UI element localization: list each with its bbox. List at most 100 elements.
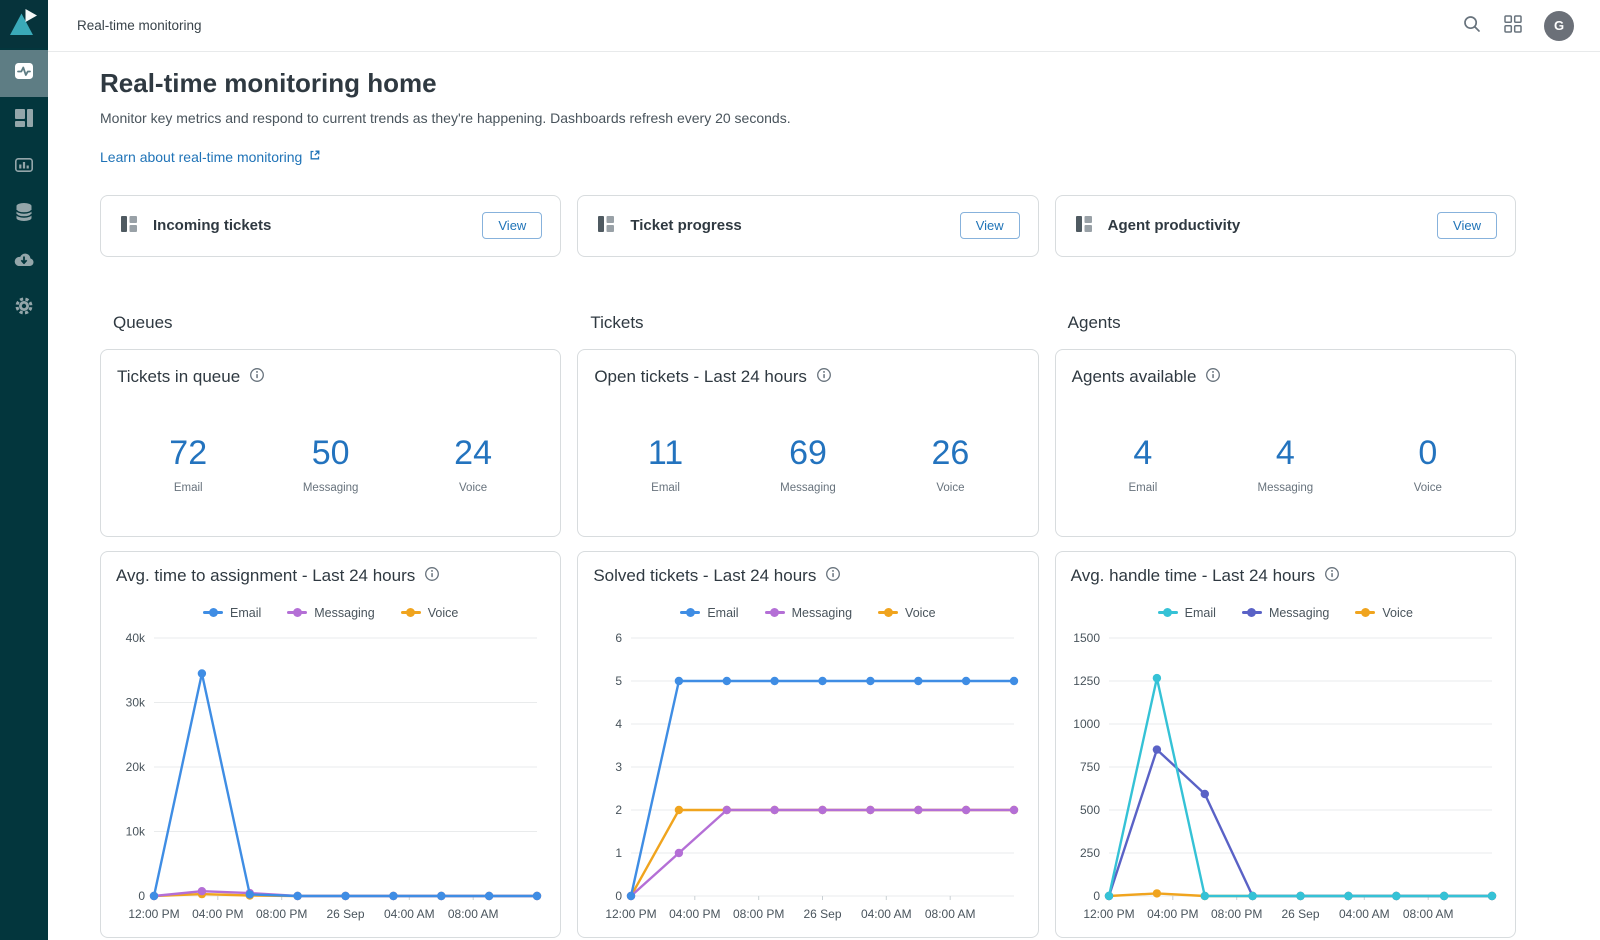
stat-value: 0 [1357, 434, 1499, 473]
stat-cards-row: Tickets in queue 72 Email 50 Messaging [100, 349, 1516, 537]
view-agent-productivity-button[interactable]: View [1437, 212, 1497, 239]
sidebar-item-exports[interactable] [0, 238, 48, 285]
svg-text:40k: 40k [126, 631, 146, 645]
sidebar-item-dashboards[interactable] [0, 97, 48, 144]
svg-text:04:00 AM: 04:00 AM [1339, 907, 1390, 921]
dashboard-card-incoming-tickets: Incoming tickets View [100, 195, 561, 257]
legend-item-email[interactable]: Email [680, 606, 738, 620]
page-subtitle: Monitor key metrics and respond to curre… [100, 110, 1516, 126]
settings-gear-icon [14, 296, 34, 321]
chart-legend: Email Messaging Voice [593, 606, 1022, 620]
svg-text:08:00 PM: 08:00 PM [733, 907, 784, 921]
info-icon[interactable] [424, 566, 440, 587]
svg-text:750: 750 [1080, 760, 1100, 774]
svg-text:6: 6 [616, 631, 623, 645]
chart-legend: Email Messaging Voice [1071, 606, 1500, 620]
info-icon[interactable] [1324, 566, 1340, 587]
dashboard-card-label: Ticket progress [630, 217, 741, 234]
line-chart-avg-time-to-assignment: 010k20k30k40k12:00 PM04:00 PM08:00 PM26 … [116, 624, 545, 939]
stat-email: 72 Email [117, 434, 259, 494]
svg-text:1500: 1500 [1073, 631, 1100, 645]
svg-text:0: 0 [1093, 889, 1100, 903]
svg-text:12:00 PM: 12:00 PM [128, 907, 179, 921]
live-monitoring-icon [13, 60, 35, 87]
svg-text:04:00 AM: 04:00 AM [384, 907, 435, 921]
legend-item-messaging[interactable]: Messaging [287, 606, 374, 620]
chart-card-avg-handle-time: Avg. handle time - Last 24 hours Email Me… [1055, 551, 1516, 938]
stat-label: Messaging [737, 482, 879, 494]
stat-label: Email [1072, 482, 1214, 494]
stat-value: 4 [1214, 434, 1356, 473]
svg-text:12:00 PM: 12:00 PM [1083, 907, 1134, 921]
legend-item-voice[interactable]: Voice [401, 606, 459, 620]
svg-text:2: 2 [616, 803, 623, 817]
section-header-queues: Queues [100, 313, 561, 333]
chart-title: Solved tickets - Last 24 hours [593, 566, 816, 586]
info-icon[interactable] [816, 367, 832, 388]
info-icon[interactable] [825, 566, 841, 587]
avatar[interactable]: G [1544, 11, 1574, 41]
svg-text:1000: 1000 [1073, 717, 1100, 731]
sidebar-item-reports[interactable] [0, 144, 48, 191]
stat-card-open-tickets: Open tickets - Last 24 hours 11 Email 69… [577, 349, 1038, 537]
svg-text:04:00 PM: 04:00 PM [1147, 907, 1198, 921]
learn-link-label: Learn about real-time monitoring [100, 149, 302, 165]
topbar-actions: G [1462, 11, 1574, 41]
legend-item-email[interactable]: Email [203, 606, 261, 620]
apps-grid-button[interactable] [1504, 15, 1522, 36]
stat-messaging: 50 Messaging [259, 434, 401, 494]
stat-value: 50 [259, 434, 401, 473]
svg-text:26 Sep: 26 Sep [326, 907, 364, 921]
legend-item-email[interactable]: Email [1158, 606, 1216, 620]
legend-item-messaging[interactable]: Messaging [1242, 606, 1329, 620]
svg-text:04:00 PM: 04:00 PM [192, 907, 243, 921]
svg-text:12:00 PM: 12:00 PM [606, 907, 657, 921]
line-chart-avg-handle-time: 025050075010001250150012:00 PM04:00 PM08… [1071, 624, 1500, 939]
view-ticket-progress-button[interactable]: View [960, 212, 1020, 239]
sidebar-item-datasets[interactable] [0, 191, 48, 238]
sidebar-nav [0, 50, 48, 332]
learn-link[interactable]: Learn about real-time monitoring [100, 148, 322, 165]
section-header-tickets: Tickets [577, 313, 1038, 333]
app-logo[interactable] [0, 0, 48, 48]
svg-text:26 Sep: 26 Sep [804, 907, 842, 921]
svg-text:0: 0 [138, 889, 145, 903]
chart-legend: Email Messaging Voice [116, 606, 545, 620]
info-icon[interactable] [1205, 367, 1221, 388]
legend-item-voice[interactable]: Voice [878, 606, 936, 620]
svg-text:1: 1 [616, 846, 623, 860]
view-incoming-tickets-button[interactable]: View [482, 212, 542, 239]
chart-card-avg-time-to-assignment: Avg. time to assignment - Last 24 hours … [100, 551, 561, 938]
legend-item-voice[interactable]: Voice [1355, 606, 1413, 620]
page-content: Real-time monitoring home Monitor key me… [48, 52, 1600, 938]
dashboards-icon [15, 109, 33, 132]
page-title: Real-time monitoring home [100, 68, 1516, 99]
stat-value: 69 [737, 434, 879, 473]
external-link-icon [308, 148, 322, 165]
section-headers-row: Queues Tickets Agents [100, 313, 1516, 333]
chart-title: Avg. handle time - Last 24 hours [1071, 566, 1315, 586]
svg-text:10k: 10k [126, 824, 146, 838]
info-icon[interactable] [249, 367, 265, 388]
reports-icon [15, 156, 33, 179]
search-button[interactable] [1462, 14, 1482, 37]
svg-text:500: 500 [1080, 803, 1100, 817]
search-icon [1462, 14, 1482, 37]
explore-logo-icon [0, 0, 48, 48]
stat-value: 11 [594, 434, 736, 473]
apps-grid-icon [1504, 15, 1522, 36]
stat-label: Messaging [1214, 482, 1356, 494]
stat-email: 4 Email [1072, 434, 1214, 494]
sidebar-item-settings[interactable] [0, 285, 48, 332]
svg-text:08:00 PM: 08:00 PM [256, 907, 307, 921]
legend-item-messaging[interactable]: Messaging [765, 606, 852, 620]
stat-email: 11 Email [594, 434, 736, 494]
chart-card-solved-tickets: Solved tickets - Last 24 hours Email Mess… [577, 551, 1038, 938]
sidebar-item-real-time-monitoring[interactable] [0, 50, 48, 97]
stat-voice: 24 Voice [402, 434, 544, 494]
chart-title: Avg. time to assignment - Last 24 hours [116, 566, 415, 586]
svg-text:30k: 30k [126, 695, 146, 709]
stat-label: Messaging [259, 482, 401, 494]
dashboard-icon [598, 216, 614, 236]
sidebar [0, 0, 48, 940]
